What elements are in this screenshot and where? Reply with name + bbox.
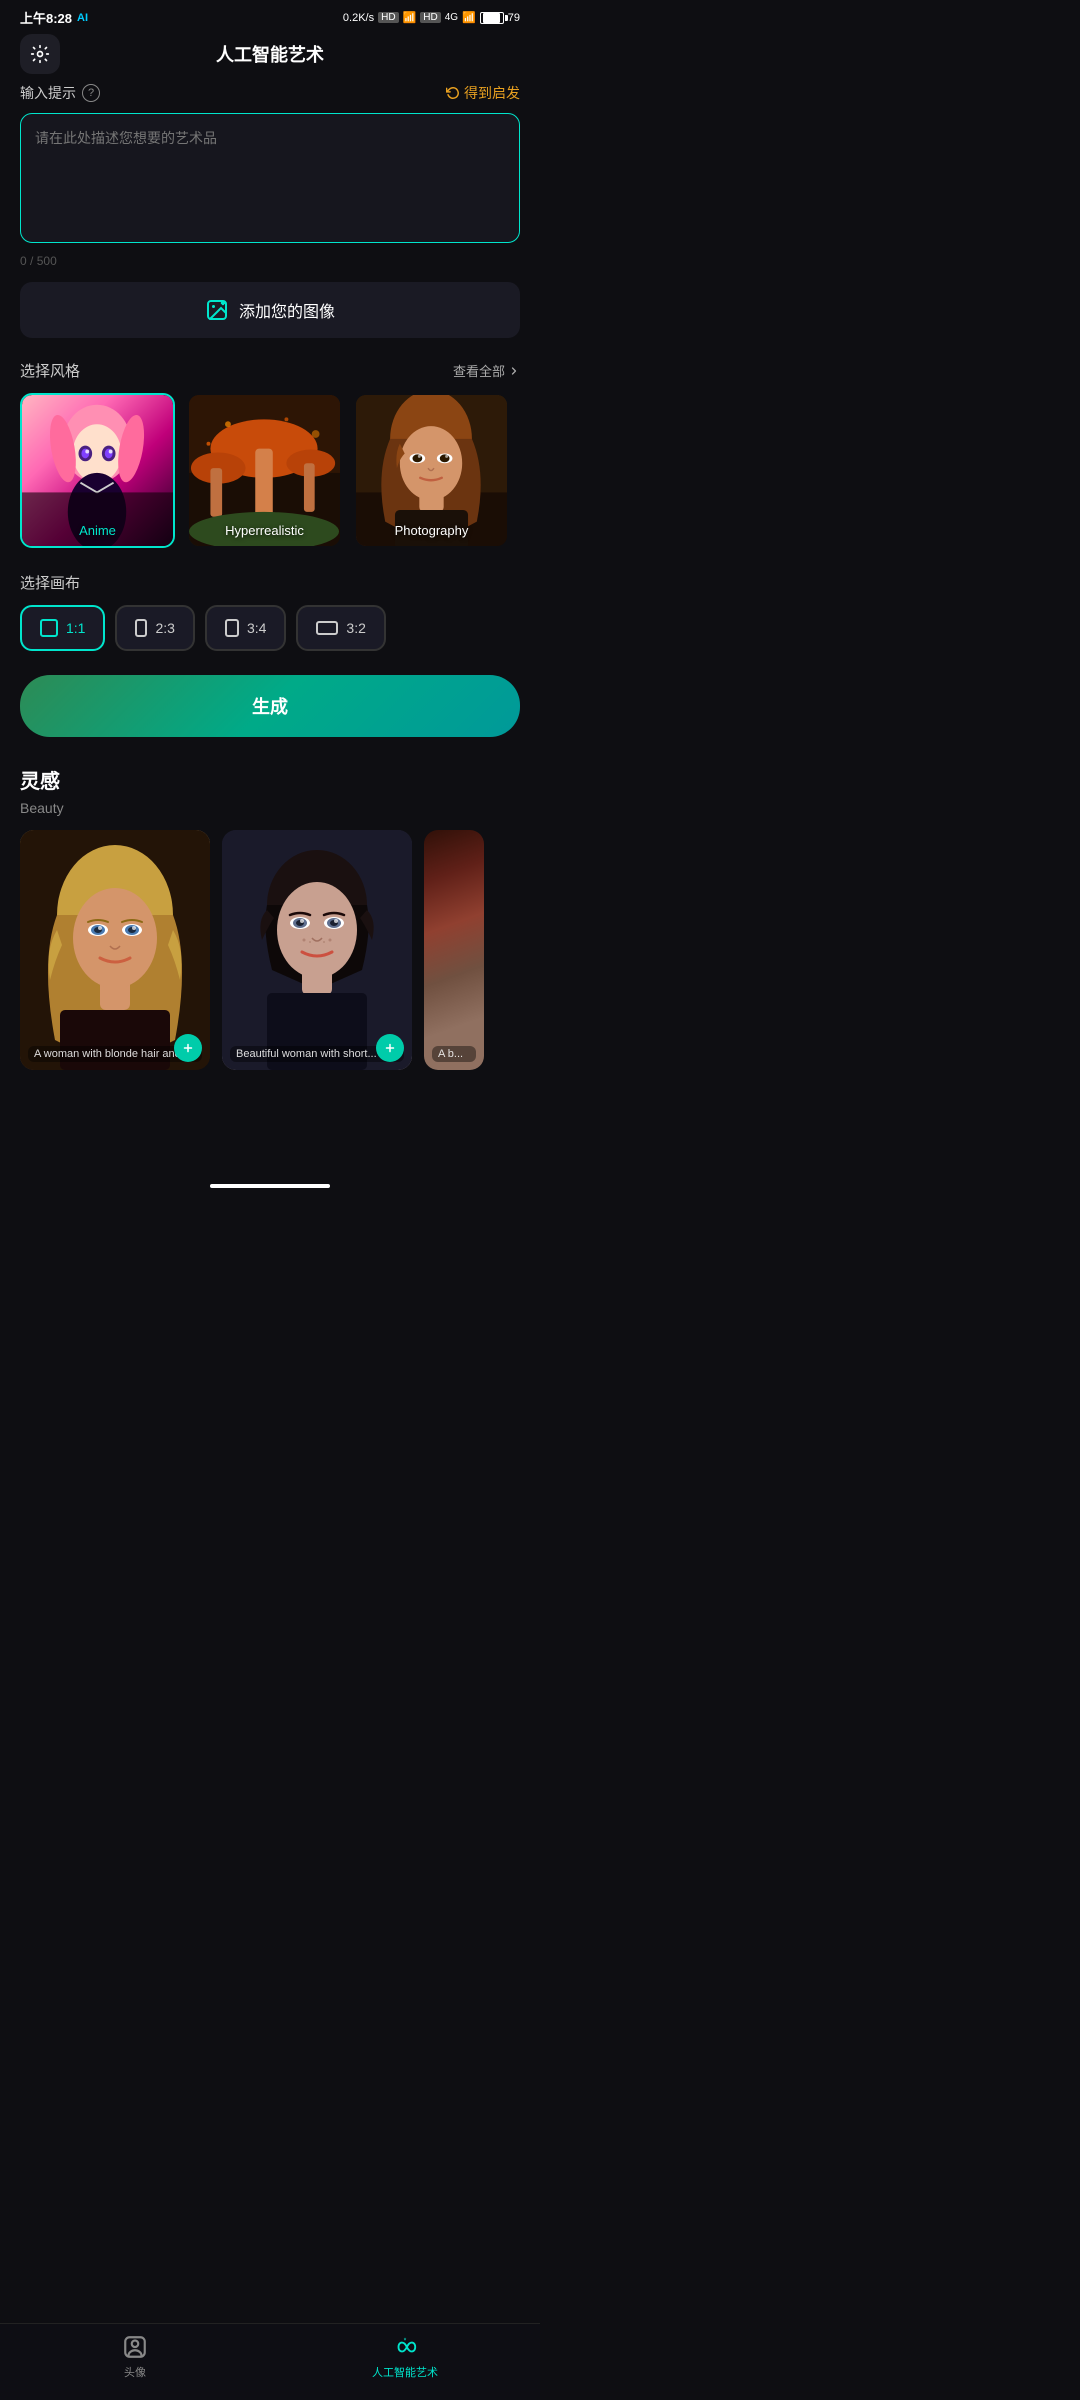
network-bars2: 📶 xyxy=(462,11,476,24)
prompt-input[interactable] xyxy=(20,113,520,243)
style-list: Anime xyxy=(20,393,520,552)
nav-item-ai-art[interactable]: 人工智能艺术 xyxy=(270,2334,540,2380)
refresh-icon xyxy=(446,86,460,100)
inspiration-title: 灵感 xyxy=(20,765,520,794)
style-section-header: 选择风格 查看全部 xyxy=(20,360,520,381)
chevron-right-icon xyxy=(508,365,520,377)
view-all-label: 查看全部 xyxy=(453,361,505,380)
image-plus-icon xyxy=(205,298,229,322)
inspiration-subtitle: Beauty xyxy=(20,800,520,816)
status-time: 上午8:28 AI xyxy=(20,8,88,27)
battery-indicator xyxy=(480,12,504,24)
canvas-btn-3-4[interactable]: 3:4 xyxy=(205,605,286,651)
prompt-label: 输入提示 xyxy=(20,83,76,103)
prompt-section-header: 输入提示 ? 得到启发 xyxy=(20,83,520,103)
canvas-label-3-4: 3:4 xyxy=(247,620,266,636)
bottom-navigation: 头像 人工智能艺术 xyxy=(0,2323,540,2400)
nav-item-portrait[interactable]: 头像 xyxy=(0,2334,270,2380)
char-max: 500 xyxy=(37,254,57,268)
inspiration-section: 灵感 Beauty xyxy=(20,765,520,1078)
plus-icon2 xyxy=(384,1042,396,1054)
add-image-button[interactable]: 添加您的图像 xyxy=(20,282,520,338)
ratio-icon-3-2 xyxy=(316,621,338,635)
help-icon[interactable]: ? xyxy=(82,84,100,102)
settings-button[interactable] xyxy=(20,34,60,74)
style-card-photography[interactable]: Photography xyxy=(354,393,509,548)
time-display: 上午8:28 xyxy=(20,8,72,27)
prompt-label-group: 输入提示 ? xyxy=(20,83,100,103)
gear-icon xyxy=(30,44,50,64)
ai-badge: AI xyxy=(77,12,88,24)
app-header: 人工智能艺术 xyxy=(0,31,540,83)
style-label-photography: Photography xyxy=(356,523,507,538)
view-all-button[interactable]: 查看全部 xyxy=(453,361,520,380)
canvas-label-1-1: 1:1 xyxy=(66,620,85,636)
canvas-list: 1:1 2:3 3:4 3:2 xyxy=(20,605,520,651)
gallery-art-brunette xyxy=(222,830,412,1070)
add-image-label: 添加您的图像 xyxy=(239,298,335,322)
battery-level: 79 xyxy=(508,12,520,24)
char-current: 0 xyxy=(20,254,27,268)
style-label-anime: Anime xyxy=(22,523,173,538)
inspiration-label: 得到启发 xyxy=(464,83,520,103)
status-indicators: 0.2K/s HD 📶 HD 4G 📶 79 xyxy=(343,11,520,24)
ratio-icon-1-1 xyxy=(40,619,58,637)
canvas-section-label: 选择画布 xyxy=(20,572,520,593)
ai-art-nav-icon xyxy=(392,2334,418,2360)
style-card-hyperrealistic[interactable]: Hyperrealistic xyxy=(187,393,342,548)
gallery-action-brunette[interactable] xyxy=(376,1034,404,1062)
char-count: 0 / 500 xyxy=(20,254,520,268)
page-title: 人工智能艺术 xyxy=(216,41,324,67)
nav-label-portrait: 头像 xyxy=(124,2364,146,2380)
gallery-list: A woman with blonde hair and... xyxy=(20,830,520,1078)
hd-badge: HD xyxy=(378,12,398,23)
network-bars: 📶 xyxy=(403,11,417,24)
canvas-section: 选择画布 1:1 2:3 3:4 3:2 xyxy=(20,572,520,651)
canvas-label-3-2: 3:2 xyxy=(346,620,365,636)
hd-badge2: HD xyxy=(420,12,440,23)
gallery-caption-third: A b... xyxy=(432,1046,476,1062)
style-section: 选择风格 查看全部 xyxy=(20,360,520,552)
style-card-anime[interactable]: Anime xyxy=(20,393,175,548)
network-speed: 0.2K/s xyxy=(343,12,374,24)
plus-icon xyxy=(182,1042,194,1054)
ratio-icon-3-4 xyxy=(225,619,239,637)
main-content: 输入提示 ? 得到启发 0 / 500 添加您的图像 选择风格 xyxy=(0,83,540,1178)
canvas-btn-3-2[interactable]: 3:2 xyxy=(296,605,385,651)
canvas-btn-2-3[interactable]: 2:3 xyxy=(115,605,194,651)
char-separator: / xyxy=(30,254,33,268)
gallery-card-brunette[interactable]: Beautiful woman with short... xyxy=(222,830,412,1070)
gallery-card-third[interactable]: A b... xyxy=(424,830,484,1070)
inspiration-link[interactable]: 得到启发 xyxy=(446,83,520,103)
home-indicator xyxy=(210,1184,330,1188)
portrait-icon xyxy=(122,2334,148,2360)
gallery-action-blonde[interactable] xyxy=(174,1034,202,1062)
canvas-btn-1-1[interactable]: 1:1 xyxy=(20,605,105,651)
ratio-icon-2-3 xyxy=(135,619,147,637)
gallery-art-blonde xyxy=(20,830,210,1070)
nav-label-ai-art: 人工智能艺术 xyxy=(372,2364,438,2380)
generate-button[interactable]: 生成 xyxy=(20,675,520,737)
ai-art-icon xyxy=(392,2333,418,2361)
4g-badge: 4G xyxy=(445,12,458,23)
canvas-label-2-3: 2:3 xyxy=(155,620,174,636)
portrait-nav-icon xyxy=(122,2334,148,2360)
gallery-card-blonde[interactable]: A woman with blonde hair and... xyxy=(20,830,210,1070)
generate-label: 生成 xyxy=(252,697,288,717)
status-bar: 上午8:28 AI 0.2K/s HD 📶 HD 4G 📶 79 xyxy=(0,0,540,31)
style-section-label: 选择风格 xyxy=(20,360,80,381)
style-label-hyperrealistic: Hyperrealistic xyxy=(189,523,340,538)
